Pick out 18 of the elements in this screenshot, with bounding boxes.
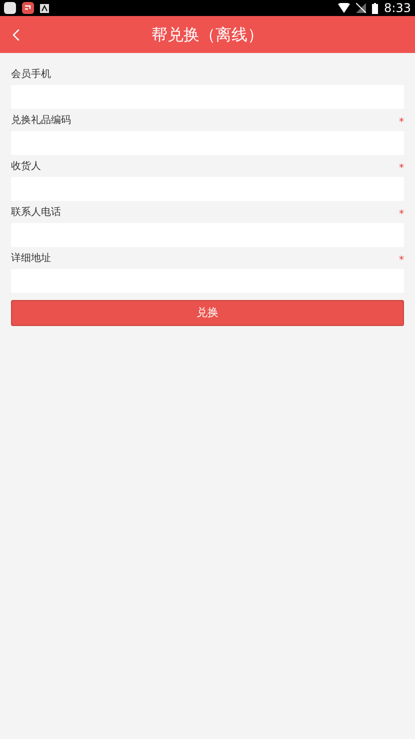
wifi-icon	[338, 3, 350, 13]
required-mark: *	[399, 210, 404, 220]
notification-icon	[40, 4, 49, 12]
app-icon	[4, 2, 16, 14]
exchange-button[interactable]: 兑换	[11, 300, 404, 326]
field-label: 兑换礼品编码	[11, 114, 71, 128]
field-label: 会员手机	[11, 68, 51, 82]
page-title: 帮兑换（离线）	[152, 24, 264, 46]
required-mark: *	[399, 256, 404, 266]
app-icon	[22, 2, 34, 14]
field-label: 收货人	[11, 160, 41, 174]
field-label: 详细地址	[11, 252, 51, 266]
status-time: 8:33	[384, 2, 411, 14]
no-sim-icon	[356, 3, 366, 13]
required-mark: *	[399, 164, 404, 174]
field-label: 联系人电话	[11, 206, 61, 220]
battery-icon	[372, 2, 378, 14]
required-mark: *	[399, 118, 404, 128]
